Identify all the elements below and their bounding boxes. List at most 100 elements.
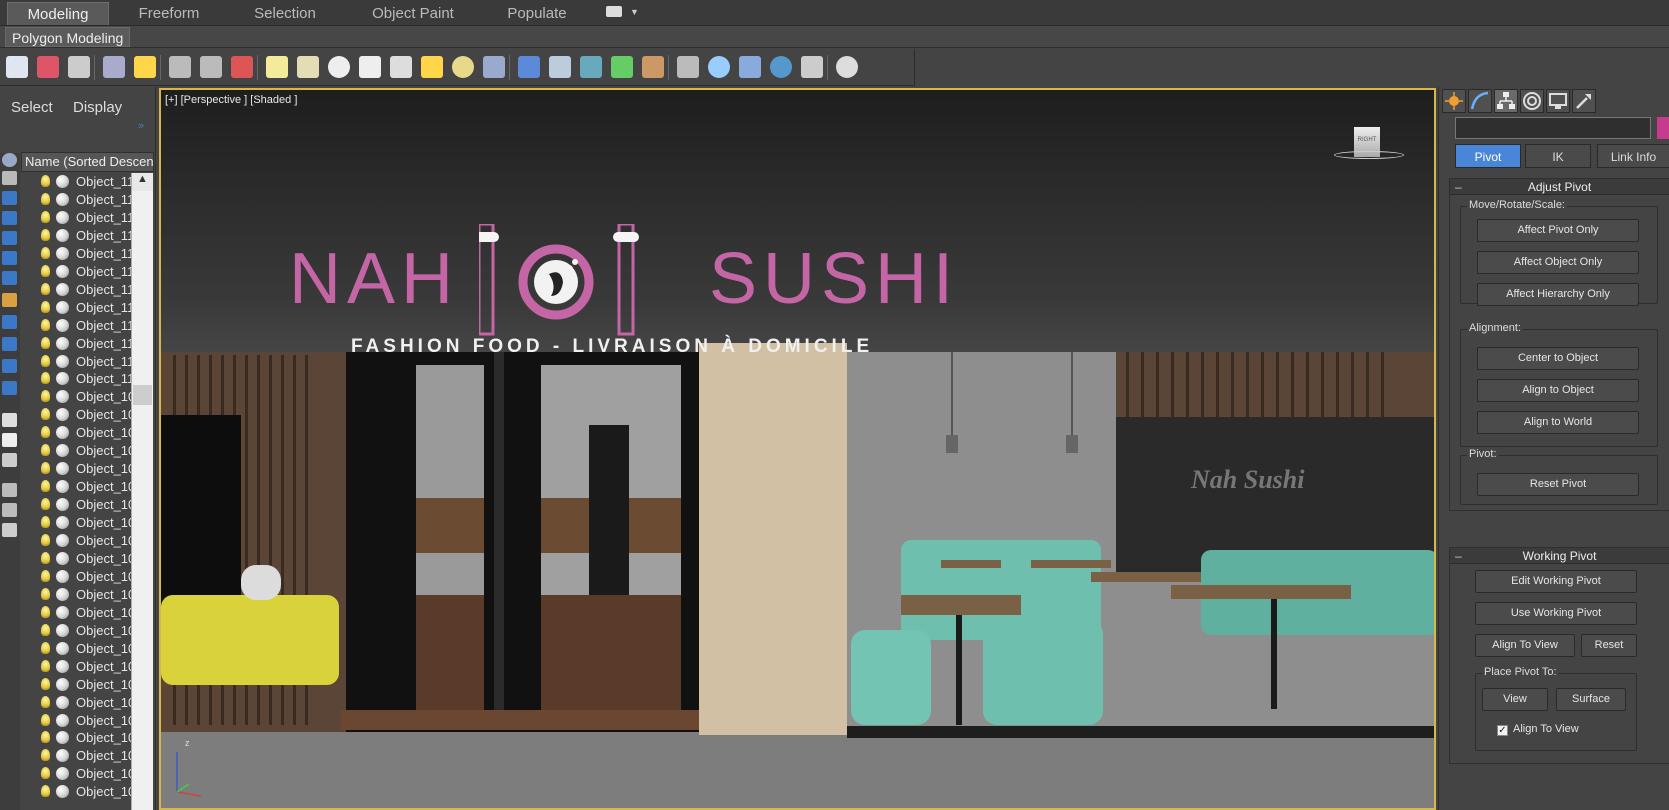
render-setup-icon[interactable] bbox=[68, 56, 90, 78]
sun-icon[interactable] bbox=[421, 56, 443, 78]
hierarchy-tab[interactable] bbox=[1494, 89, 1518, 113]
list-item[interactable]: Object_10 bbox=[21, 783, 131, 801]
list-item[interactable]: Object_10 bbox=[21, 460, 131, 478]
renderable-icon[interactable] bbox=[56, 480, 69, 494]
list-item[interactable]: Object_10 bbox=[21, 747, 131, 765]
collapse-icon[interactable]: – bbox=[1455, 548, 1462, 564]
render-sphere-icon[interactable] bbox=[770, 56, 792, 78]
list-item[interactable]: Object_10 bbox=[21, 694, 131, 712]
polygon-modeling-label[interactable]: Polygon Modeling bbox=[5, 27, 131, 47]
renderable-icon[interactable] bbox=[56, 246, 69, 260]
spacewarps-filter-icon[interactable] bbox=[2, 251, 17, 265]
modify-tab[interactable] bbox=[1468, 89, 1492, 113]
use-working-pivot-button[interactable]: Use Working Pivot bbox=[1475, 602, 1637, 625]
light-bulb-icon[interactable] bbox=[41, 444, 50, 457]
affect-hierarchy-only-button[interactable]: Affect Hierarchy Only bbox=[1477, 283, 1639, 306]
list-item[interactable]: Object_10 bbox=[21, 640, 131, 658]
light-bulb-icon[interactable] bbox=[41, 336, 50, 349]
list-item[interactable]: Object_10 bbox=[21, 586, 131, 604]
list-item[interactable]: Object_10 bbox=[21, 568, 131, 586]
list-item[interactable]: Object_10 bbox=[21, 514, 131, 532]
funnel-icon[interactable] bbox=[2, 483, 17, 497]
surface-button[interactable]: Surface bbox=[1556, 688, 1626, 711]
hair-icon[interactable] bbox=[642, 56, 664, 78]
light-bulb-icon[interactable] bbox=[41, 175, 50, 187]
display-tab[interactable] bbox=[1546, 89, 1570, 113]
list-item[interactable]: Object_11 bbox=[21, 191, 131, 209]
reset-pivot-button[interactable]: Reset Pivot bbox=[1477, 473, 1639, 496]
shapes-filter-icon[interactable] bbox=[2, 171, 17, 185]
renderable-icon[interactable] bbox=[56, 282, 69, 296]
groups-filter-icon[interactable] bbox=[2, 271, 17, 285]
renderable-icon[interactable] bbox=[56, 749, 69, 763]
page-icon[interactable] bbox=[2, 433, 17, 447]
list-item[interactable]: Object_11 bbox=[21, 335, 131, 353]
light-bulb-icon[interactable] bbox=[41, 641, 50, 654]
list-icon[interactable] bbox=[2, 413, 17, 427]
align-to-view-button[interactable]: Align To View bbox=[1475, 634, 1575, 657]
adjust-pivot-header[interactable]: – Adjust Pivot bbox=[1450, 179, 1669, 195]
render-table-icon[interactable] bbox=[103, 56, 125, 78]
list-item[interactable]: Object_10 bbox=[21, 496, 131, 514]
light-bulb-icon[interactable] bbox=[41, 623, 50, 636]
light-bulb-icon[interactable] bbox=[41, 408, 50, 421]
list-item[interactable]: Object_10 bbox=[21, 622, 131, 640]
object-name-field[interactable] bbox=[1455, 117, 1651, 139]
list-item[interactable]: Object_10 bbox=[21, 712, 131, 730]
tab-object-paint[interactable]: Object Paint bbox=[358, 2, 468, 25]
renderable-icon[interactable] bbox=[56, 228, 69, 242]
viewport-label[interactable]: [+] [Perspective ] [Shaded ] bbox=[165, 94, 297, 106]
light-bulb-icon[interactable] bbox=[41, 354, 50, 367]
light-bulb-icon[interactable] bbox=[41, 659, 50, 672]
light-bulb-icon[interactable] bbox=[41, 695, 50, 708]
renderable-icon[interactable] bbox=[56, 318, 69, 332]
renderable-icon[interactable] bbox=[56, 336, 69, 350]
light-bulb-icon[interactable] bbox=[41, 569, 50, 582]
list-item[interactable]: Object_11 bbox=[21, 173, 131, 191]
light-bulb-icon[interactable] bbox=[41, 480, 50, 493]
list-item[interactable]: Object_10 bbox=[21, 550, 131, 568]
plane-icon[interactable] bbox=[266, 56, 288, 78]
hidden-filter-icon[interactable] bbox=[2, 381, 17, 395]
edit-working-pivot-button[interactable]: Edit Working Pivot bbox=[1475, 570, 1637, 593]
reset-button[interactable]: Reset bbox=[1581, 634, 1637, 657]
renderable-icon[interactable] bbox=[56, 659, 69, 673]
filter-list-icon[interactable] bbox=[2, 503, 17, 517]
tab-selection[interactable]: Selection bbox=[236, 2, 334, 25]
renderable-icon[interactable] bbox=[56, 569, 69, 583]
light-bulb-icon[interactable] bbox=[41, 785, 50, 798]
chevron-down-icon[interactable]: ▼ bbox=[630, 7, 639, 17]
list-item[interactable]: Object_11 bbox=[21, 209, 131, 227]
renderable-icon[interactable] bbox=[56, 175, 69, 188]
light-bulb-icon[interactable] bbox=[41, 264, 50, 277]
renderable-icon[interactable] bbox=[56, 444, 69, 458]
bones-filter-icon[interactable] bbox=[2, 315, 17, 329]
list-item[interactable]: Object_10 bbox=[21, 406, 131, 424]
list-item[interactable]: Object_10 bbox=[21, 729, 131, 747]
list-item[interactable]: Object_11 bbox=[21, 227, 131, 245]
explorer-scrollbar[interactable]: ▲ bbox=[131, 173, 153, 810]
affect-object-only-button[interactable]: Affect Object Only bbox=[1477, 251, 1639, 274]
list-item[interactable]: Object_11 bbox=[21, 317, 131, 335]
renderable-icon[interactable] bbox=[56, 210, 69, 224]
align-to-world-button[interactable]: Align to World bbox=[1477, 411, 1639, 434]
light-bulb-icon[interactable] bbox=[41, 282, 50, 295]
list-item[interactable]: Object_10 bbox=[21, 604, 131, 622]
shell-icon[interactable] bbox=[677, 56, 699, 78]
light-bulb-icon[interactable] bbox=[134, 56, 156, 78]
lasso-icon[interactable] bbox=[549, 56, 571, 78]
light-bulb-icon[interactable] bbox=[41, 767, 50, 780]
renderable-icon[interactable] bbox=[56, 192, 69, 206]
explorer-display-menu[interactable]: Display bbox=[73, 99, 122, 116]
light-bulb-icon[interactable] bbox=[41, 192, 50, 205]
object-color-swatch[interactable] bbox=[1657, 117, 1669, 139]
viewcube-compass-ring[interactable] bbox=[1334, 151, 1404, 159]
helper-icon[interactable] bbox=[200, 56, 222, 78]
renderable-icon[interactable] bbox=[56, 390, 69, 404]
helpers-filter-icon[interactable] bbox=[2, 231, 17, 245]
explorer-select-menu[interactable]: Select bbox=[11, 99, 53, 116]
cameras-filter-icon[interactable] bbox=[2, 211, 17, 225]
light-bulb-icon[interactable] bbox=[41, 372, 50, 385]
renderable-icon[interactable] bbox=[56, 408, 69, 422]
list-item[interactable]: Object_10 bbox=[21, 765, 131, 783]
